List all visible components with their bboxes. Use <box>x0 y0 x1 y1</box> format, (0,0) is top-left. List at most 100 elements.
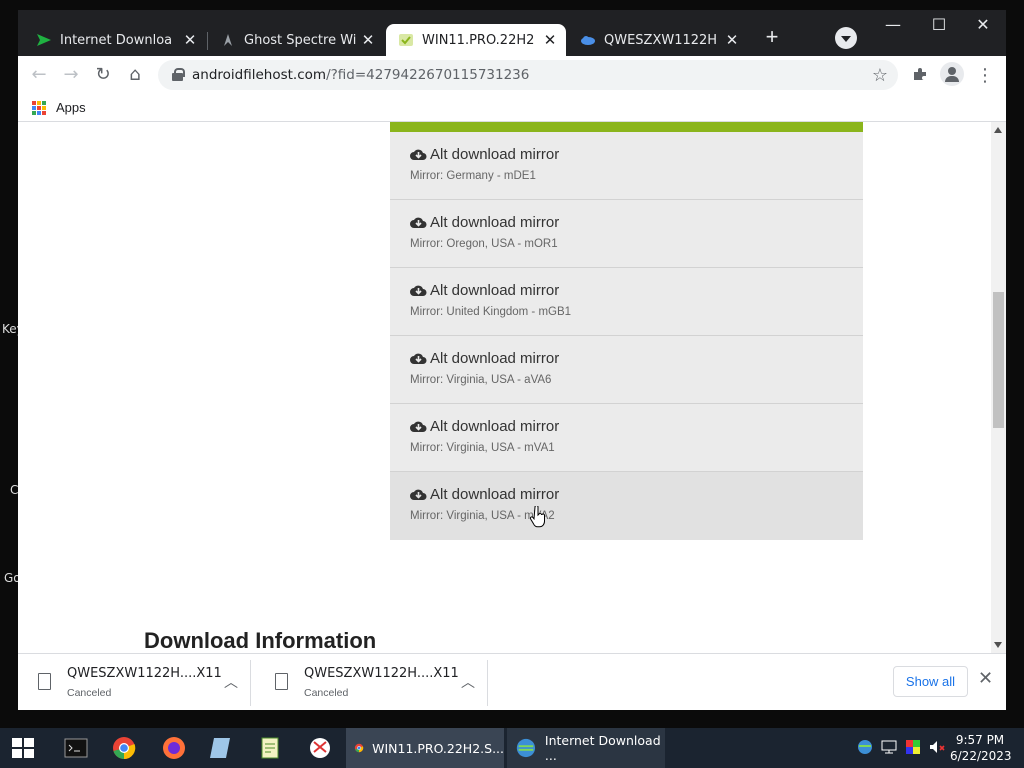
androidfilehost-favicon-icon <box>399 34 413 46</box>
tab-title: QWESZXW1122H2U1 <box>604 32 716 48</box>
url-host: androidfilehost.com <box>192 67 327 83</box>
apps-bookmark-label[interactable]: Apps <box>56 100 86 115</box>
download-item[interactable]: QWESZXW1122H....X11 Canceled ︿ <box>255 660 488 706</box>
tab-internet-download-manager[interactable]: Internet Download Manager ✕ <box>24 24 206 56</box>
tab-search-icon[interactable] <box>835 27 857 49</box>
clock-time: 9:57 PM <box>955 733 1005 747</box>
mirror-option-1[interactable]: Alt download mirror Mirror: Germany - mD… <box>390 132 863 200</box>
taskbar-app-label: Internet Download ... <box>544 733 661 763</box>
taskbar-app-label: WIN11.PRO.22H2.S... <box>372 740 504 756</box>
profile-avatar-icon[interactable] <box>940 62 964 86</box>
chrome-icon <box>354 743 364 753</box>
tab-title: Internet Download Manager <box>60 32 172 48</box>
taskbar-app-chrome[interactable]: WIN11.PRO.22H2.S... <box>346 728 504 768</box>
volume-muted-icon[interactable] <box>928 738 946 756</box>
tab-close-icon[interactable]: ✕ <box>182 31 198 49</box>
display-color-icon[interactable] <box>904 738 922 756</box>
mirror-title: Alt download mirror <box>430 486 560 503</box>
url-text: androidfilehost.com/?fid=427942267011573… <box>192 67 529 83</box>
show-all-downloads-button[interactable]: Show all <box>893 666 968 697</box>
hand-pointer-cursor-icon <box>530 506 545 528</box>
chevron-up-icon[interactable]: ︿ <box>224 672 238 692</box>
tab-close-icon[interactable]: ✕ <box>724 31 740 49</box>
mirror-location: Mirror: Virginia, USA - aVA6 <box>410 374 552 386</box>
home-icon[interactable]: ⌂ <box>122 62 148 88</box>
minimize-button[interactable]: — <box>870 10 916 40</box>
page-content: Alt download mirror Mirror: Germany - mD… <box>18 122 1006 653</box>
back-arrow-icon[interactable]: ← <box>26 62 52 88</box>
chrome-icon[interactable] <box>110 734 138 762</box>
extensions-puzzle-icon[interactable] <box>912 66 928 82</box>
scroll-up-arrow-icon[interactable] <box>994 127 1002 133</box>
tab-qweszxw[interactable]: QWESZXW1122H2U1 ✕ <box>568 24 748 56</box>
firefox-icon[interactable] <box>160 734 188 762</box>
address-bar[interactable]: androidfilehost.com/?fid=427942267011573… <box>158 60 898 90</box>
mirror-title: Alt download mirror <box>430 214 560 231</box>
windows-start-icon[interactable] <box>12 738 34 758</box>
cloud-favicon-icon <box>581 36 595 45</box>
tab-title: Ghost Spectre Windows <box>244 32 356 48</box>
notepad-plus-icon[interactable] <box>256 734 284 762</box>
download-item[interactable]: QWESZXW1122H....X11 Canceled ︿ <box>18 660 251 706</box>
tab-title: WIN11.PRO.22H2.SUP <box>422 32 534 48</box>
mirror-option-4[interactable]: Alt download mirror Mirror: Virginia, US… <box>390 336 863 404</box>
mirror-list: Alt download mirror Mirror: Germany - mD… <box>390 122 863 540</box>
ghost-favicon-icon <box>224 34 232 46</box>
tab-strip: Internet Download Manager ✕ Ghost Spectr… <box>18 10 1006 56</box>
browser-menu-icon[interactable]: ⋮ <box>976 65 994 85</box>
maximize-button[interactable]: ☐ <box>916 10 962 40</box>
system-clock[interactable]: 9:57 PM 6/22/2023 <box>950 732 1012 764</box>
download-filename: QWESZXW1122H....X11 <box>304 666 459 681</box>
close-window-button[interactable]: ✕ <box>960 10 1006 40</box>
url-path: /?fid=4279422670115731236 <box>326 67 530 83</box>
idm-tray-icon[interactable] <box>856 738 874 756</box>
mirror-title: Alt download mirror <box>430 146 560 163</box>
mirror-option-6[interactable]: Alt download mirror Mirror: Virginia, US… <box>390 472 863 540</box>
cloud-download-icon <box>410 421 427 432</box>
mirror-location: Mirror: Oregon, USA - mOR1 <box>410 238 558 250</box>
command-prompt-icon[interactable] <box>62 734 90 762</box>
cloud-download-icon <box>410 285 427 296</box>
mirror-title: Alt download mirror <box>430 418 560 435</box>
network-icon[interactable] <box>880 738 898 756</box>
tab-close-icon[interactable]: ✕ <box>360 31 376 49</box>
snipping-tool-icon[interactable] <box>306 734 334 762</box>
forward-arrow-icon[interactable]: → <box>58 62 84 88</box>
chevron-up-icon[interactable]: ︿ <box>461 672 475 692</box>
browser-window: Internet Download Manager ✕ Ghost Spectr… <box>18 10 1006 710</box>
tab-ghost-spectre[interactable]: Ghost Spectre Windows ✕ <box>208 24 384 56</box>
mirror-option-2[interactable]: Alt download mirror Mirror: Oregon, USA … <box>390 200 863 268</box>
page-scrollbar[interactable] <box>991 122 1006 653</box>
lock-icon <box>172 68 185 81</box>
taskbar-app-idm[interactable]: Internet Download ... <box>507 728 665 768</box>
download-status: Canceled <box>67 687 112 699</box>
idm-globe-icon <box>516 738 536 758</box>
mirror-title: Alt download mirror <box>430 350 560 367</box>
tab-win11-pro[interactable]: WIN11.PRO.22H2.SUP ✕ <box>386 24 566 56</box>
bookmark-star-icon[interactable]: ☆ <box>872 65 888 86</box>
cloud-download-icon <box>410 353 427 364</box>
notepad-icon[interactable] <box>208 734 236 762</box>
file-icon <box>38 673 51 690</box>
scroll-down-arrow-icon[interactable] <box>994 642 1002 648</box>
clock-date: 6/22/2023 <box>950 749 1012 763</box>
new-tab-button[interactable]: + <box>758 24 786 52</box>
scrollbar-thumb[interactable] <box>993 292 1004 428</box>
mirror-option-5[interactable]: Alt download mirror Mirror: Virginia, US… <box>390 404 863 472</box>
mirror-option-3[interactable]: Alt download mirror Mirror: United Kingd… <box>390 268 863 336</box>
windows-taskbar: WIN11.PRO.22H2.S... Internet Download ..… <box>0 728 1024 768</box>
bookmarks-bar: Apps <box>18 94 1006 122</box>
tab-close-icon[interactable]: ✕ <box>542 31 558 49</box>
mirror-location: Mirror: Germany - mDE1 <box>410 170 536 182</box>
mirror-location: Mirror: Virginia, USA - mVA1 <box>410 442 555 454</box>
cloud-download-icon <box>410 149 427 160</box>
idm-favicon-icon <box>37 34 51 46</box>
mirror-location: Mirror: United Kingdom - mGB1 <box>410 306 572 318</box>
apps-grid-icon[interactable] <box>32 101 46 115</box>
close-downloads-shelf-icon[interactable]: ✕ <box>978 668 993 689</box>
cloud-download-icon <box>410 217 427 228</box>
reload-icon[interactable]: ↻ <box>90 62 116 88</box>
cloud-download-icon <box>410 489 427 500</box>
mirror-title: Alt download mirror <box>430 282 560 299</box>
download-filename: QWESZXW1122H....X11 <box>67 666 222 681</box>
